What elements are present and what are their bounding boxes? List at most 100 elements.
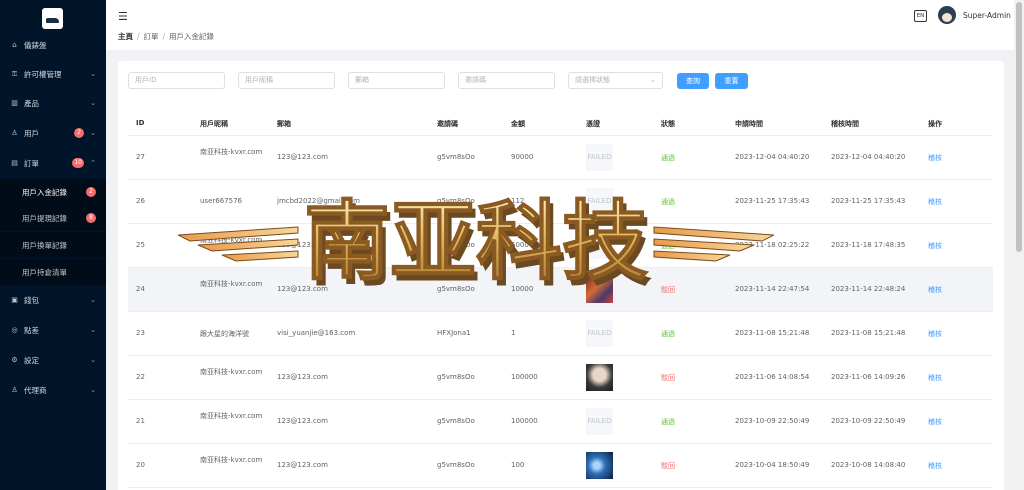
breadcrumb-orders[interactable]: 訂單 xyxy=(144,32,159,41)
audit-link[interactable]: 稽核 xyxy=(928,373,942,383)
wallet-icon: ▣ xyxy=(11,295,18,304)
sidebar-subitem-withdraw-records[interactable]: 用戶提現記錄 8 xyxy=(0,205,106,231)
proof-image[interactable]: FAILED xyxy=(586,144,613,171)
cell-email: 123@123.com xyxy=(277,241,328,249)
cell-audited: 2023-11-08 15:21:48 xyxy=(831,329,906,337)
sidebar-item-spread[interactable]: ◎ 點差 ⌄ xyxy=(0,317,106,343)
col-applied: 申請時間 xyxy=(735,120,763,128)
table-row: 21 南亚科技-kvxr.com 123@123.com g5vm8sOo 10… xyxy=(128,400,993,444)
cell-invite: g5vm8sOo xyxy=(437,461,475,469)
col-email: 郵箱 xyxy=(277,120,291,128)
sidebar-item-products[interactable]: ▥ 產品 ⌄ xyxy=(0,90,106,116)
cell-audited: 2023-12-04 04:40:20 xyxy=(831,153,906,161)
cell-nickname: 跟大星的海洋號 xyxy=(200,330,249,338)
sidebar-subitem-exchange-records[interactable]: 用戶換單記錄 xyxy=(0,232,106,258)
cell-applied: 2023-11-25 17:35:43 xyxy=(735,197,810,205)
deposit-badge: 2 xyxy=(86,187,96,197)
cell-id: 27 xyxy=(136,153,145,161)
cell-email: 123@123.com xyxy=(277,417,328,425)
sidebar-item-label: 錢包 xyxy=(24,295,39,305)
cell-email: visi_yuanjie@163.com xyxy=(277,329,356,337)
cell-invite: g5vm8sOo xyxy=(437,417,475,425)
cell-status: 駁回 xyxy=(661,286,675,294)
cell-applied: 2023-12-04 04:40:20 xyxy=(735,153,810,161)
proof-image[interactable] xyxy=(586,364,613,391)
cell-invite: g5vm8sOo xyxy=(437,241,475,249)
cell-id: 24 xyxy=(136,285,145,293)
nickname-input[interactable]: 用戶昵稱 xyxy=(238,72,335,89)
breadcrumb-home[interactable]: 主頁 xyxy=(118,32,133,41)
sidebar-item-orders[interactable]: ▤ 訂單 10 ⌃ xyxy=(0,150,106,176)
col-audited: 稽核時間 xyxy=(831,120,859,128)
chart-icon: ▥ xyxy=(11,98,18,107)
email-input[interactable]: 郵箱 xyxy=(348,72,445,89)
invite-code-input[interactable]: 邀請碼 xyxy=(458,72,555,89)
cell-id: 21 xyxy=(136,417,145,425)
breadcrumb: 主頁 / 訂單 / 用戶入金記錄 xyxy=(118,32,215,41)
settings-icon: ◎ xyxy=(11,325,18,334)
scrollbar-thumb[interactable] xyxy=(1016,2,1022,252)
lock-icon: ⚿ xyxy=(11,69,18,78)
audit-link[interactable]: 稽核 xyxy=(928,153,942,163)
cell-status: 通過 xyxy=(661,242,675,250)
chevron-down-icon: ⌄ xyxy=(90,386,96,394)
col-id: ID xyxy=(136,119,145,127)
cell-amount: 100000 xyxy=(511,373,538,381)
reset-button[interactable]: 重置 xyxy=(715,73,748,89)
audit-link[interactable]: 稽核 xyxy=(928,461,942,471)
avatar[interactable] xyxy=(938,6,956,24)
cell-email: jmcbd2022@gmail.com xyxy=(277,197,360,205)
menu-toggle-icon[interactable]: ☰ xyxy=(118,10,128,23)
orders-badge: 10 xyxy=(72,158,84,168)
sidebar-subitem-positions[interactable]: 用戶持倉清單 xyxy=(0,259,106,285)
sidebar-item-agents[interactable]: ♙ 代理商 ⌄ xyxy=(0,377,106,403)
proof-image[interactable]: FAILED xyxy=(586,188,613,215)
sidebar-item-permissions[interactable]: ⚿ 許可權管理 ⌄ xyxy=(0,61,106,87)
cell-invite: g5vm8sOo xyxy=(437,373,475,381)
sidebar-item-dashboard[interactable]: ⌂ 儀錶盤 xyxy=(0,32,106,58)
chevron-down-icon: ⌄ xyxy=(90,129,96,137)
proof-image[interactable]: FAILED xyxy=(586,320,613,347)
user-id-input[interactable]: 用戶ID xyxy=(128,72,225,89)
sidebar-subitem-deposit-records[interactable]: 用戶入金記錄 2 xyxy=(0,179,106,205)
audit-link[interactable]: 稽核 xyxy=(928,417,942,427)
chevron-down-icon: ⌄ xyxy=(90,356,96,364)
sidebar-item-users[interactable]: ♙ 用戶 2 ⌄ xyxy=(0,120,106,146)
withdraw-badge: 8 xyxy=(86,213,96,223)
sidebar-item-wallet[interactable]: ▣ 錢包 ⌄ xyxy=(0,287,106,313)
cell-invite: g5vm8sOo xyxy=(437,285,475,293)
cell-email: 123@123.com xyxy=(277,373,328,381)
proof-image[interactable]: FAILED xyxy=(586,408,613,435)
cell-applied: 2023-10-09 22:50:49 xyxy=(735,417,810,425)
order-icon: ▤ xyxy=(11,158,18,167)
table-header: ID 用戶昵稱 郵箱 邀請碼 金額 憑證 狀態 申請時間 稽核時間 操作 xyxy=(128,112,993,136)
chevron-down-icon: ⌄ xyxy=(90,296,96,304)
cell-amount: 90000 xyxy=(511,153,534,161)
chevron-up-icon: ⌃ xyxy=(90,159,96,167)
status-select[interactable]: 請選擇狀態 ⌄ xyxy=(568,72,663,89)
proof-image[interactable] xyxy=(586,452,613,479)
sidebar-item-settings[interactable]: ⚙ 設定 ⌄ xyxy=(0,347,106,373)
page-scrollbar[interactable] xyxy=(1014,0,1024,490)
col-nickname: 用戶昵稱 xyxy=(200,120,228,128)
audit-link[interactable]: 稽核 xyxy=(928,285,942,295)
cell-applied: 2023-11-08 15:21:48 xyxy=(735,329,810,337)
table-row: 22 南亚科技-kvxr.com 123@123.com g5vm8sOo 10… xyxy=(128,356,993,400)
cell-status: 通過 xyxy=(661,330,675,338)
audit-link[interactable]: 稽核 xyxy=(928,329,942,339)
username[interactable]: Super-Admin xyxy=(963,11,1011,20)
audit-link[interactable]: 稽核 xyxy=(928,241,942,251)
sidebar-subitem-label: 用戶入金記錄 xyxy=(22,187,67,197)
proof-image[interactable] xyxy=(586,276,613,303)
language-switch[interactable]: EN xyxy=(914,10,927,22)
audit-link[interactable]: 稽核 xyxy=(928,197,942,207)
logo[interactable] xyxy=(42,8,63,29)
sidebar-subitem-label: 用戶換單記錄 xyxy=(22,240,67,250)
cell-amount: 100000 xyxy=(511,417,538,425)
search-button[interactable]: 查詢 xyxy=(677,73,709,89)
cell-amount: 100 xyxy=(511,461,525,469)
cell-audited: 2023-11-06 14:09:26 xyxy=(831,373,906,381)
sidebar-item-label: 點差 xyxy=(24,325,39,335)
cell-amount: 112 xyxy=(511,197,525,205)
proof-image[interactable]: FAILED xyxy=(586,232,613,259)
